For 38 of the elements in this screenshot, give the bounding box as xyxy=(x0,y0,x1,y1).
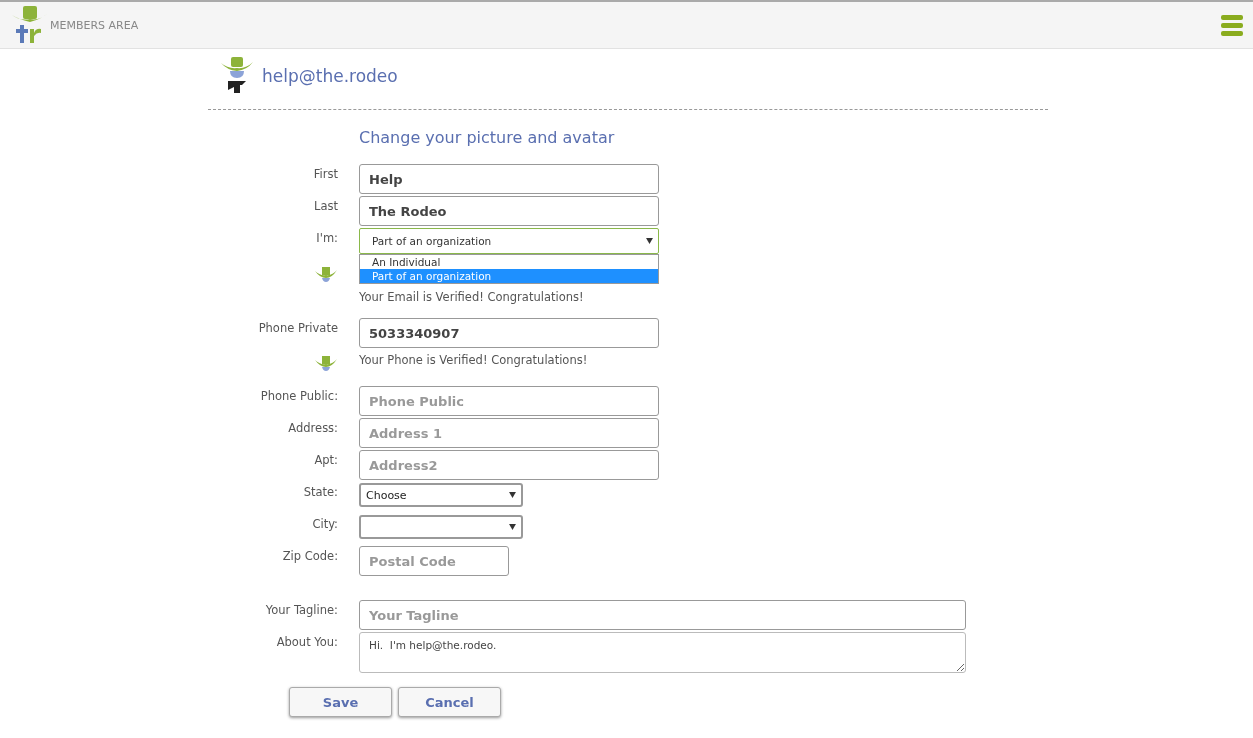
text-field[interactable]: Help xyxy=(359,164,659,194)
phone-field[interactable]: 5033340907 xyxy=(359,318,659,348)
caret-icon xyxy=(509,492,516,498)
select-field[interactable]: Choose xyxy=(359,483,523,507)
caret-icon xyxy=(646,238,653,244)
text-field[interactable]: The Rodeo xyxy=(359,196,659,226)
field-label: First xyxy=(313,166,338,181)
menu-icon[interactable] xyxy=(1221,14,1243,36)
text-field[interactable]: Address 1 xyxy=(359,418,659,448)
field-label: Address: xyxy=(288,420,338,435)
zip-field[interactable]: Postal Code xyxy=(359,546,509,576)
field-label: Your Tagline: xyxy=(265,602,338,617)
field-label: Phone Private xyxy=(258,320,338,335)
field-label: Phone Public: xyxy=(260,388,338,403)
field-label: About You: xyxy=(276,634,338,649)
hat-icon xyxy=(314,356,338,372)
field-label: Zip Code: xyxy=(282,548,338,563)
tagline-field[interactable]: Your Tagline xyxy=(359,600,966,630)
change-picture-link[interactable]: Change your picture and avatar xyxy=(359,128,615,147)
profile-email: help@the.rodeo xyxy=(262,66,398,86)
about-field[interactable]: Hi. I'm help@the.rodeo. xyxy=(359,632,966,673)
dropdown-option[interactable]: An Individual xyxy=(360,255,658,269)
site-title: MEMBERS AREA xyxy=(50,18,139,32)
save-button[interactable]: Save xyxy=(289,687,392,717)
text-field[interactable]: Address2 xyxy=(359,450,659,480)
verified-message: Your Phone is Verified! Congratulations! xyxy=(359,353,588,367)
hat-icon xyxy=(314,267,338,283)
field-label: State: xyxy=(303,484,338,499)
select-field[interactable] xyxy=(359,515,523,539)
field-label: City: xyxy=(312,516,338,531)
verified-message: Your Email is Verified! Congratulations! xyxy=(359,290,584,304)
cancel-button[interactable]: Cancel xyxy=(398,687,501,717)
field-label: Last xyxy=(314,198,338,213)
text-field[interactable]: Phone Public xyxy=(359,386,659,416)
type-dropdown[interactable]: Part of an organization xyxy=(359,228,659,254)
caret-icon xyxy=(509,524,516,530)
field-label: Apt: xyxy=(314,452,338,467)
field-label: I'm: xyxy=(316,230,338,245)
